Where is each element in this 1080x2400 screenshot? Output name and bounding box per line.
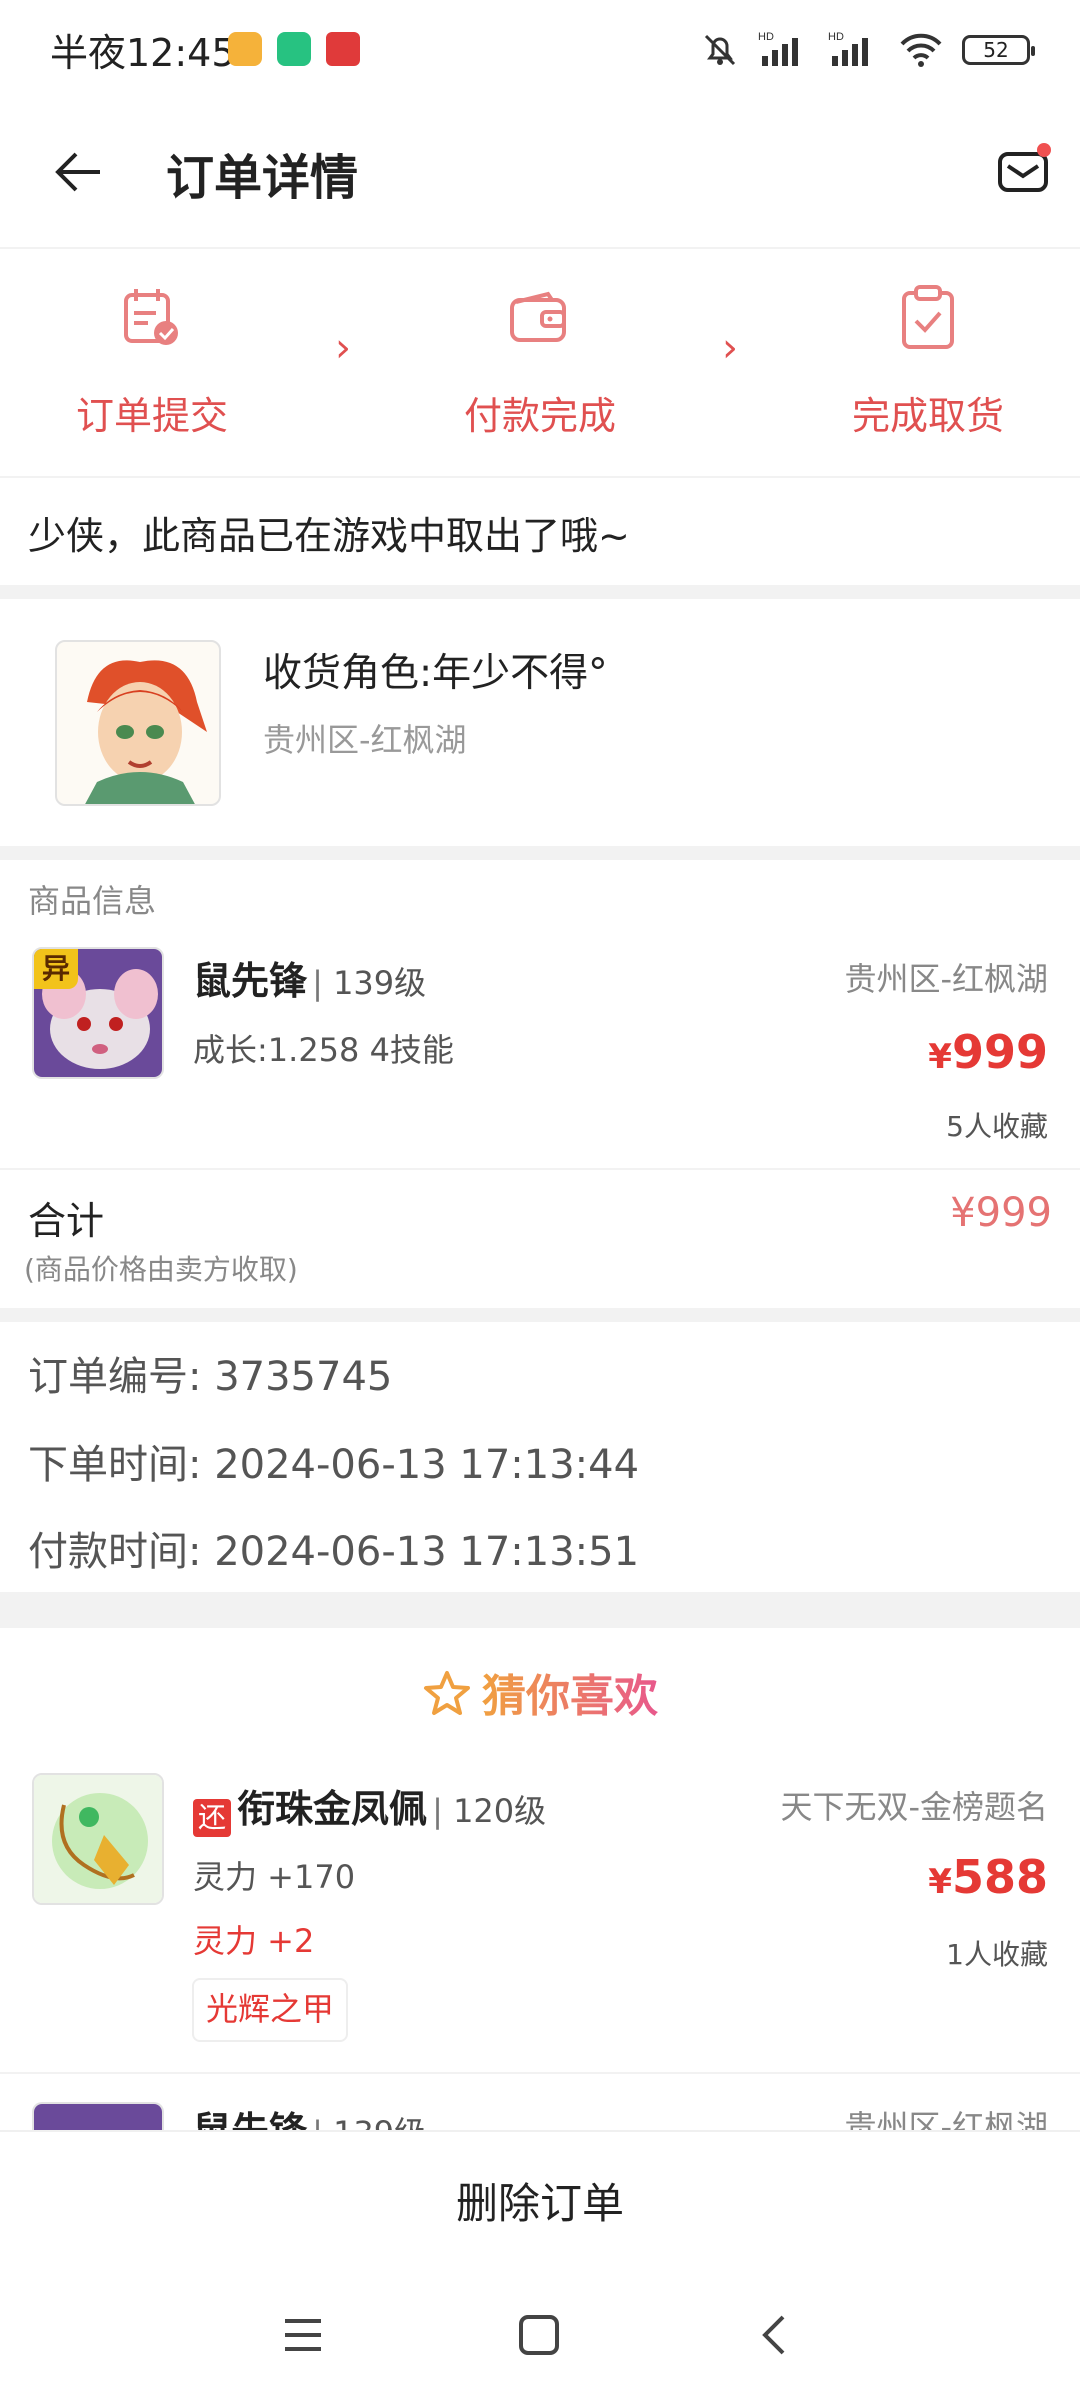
order-number: 3735745 [214, 1354, 393, 1400]
status-bar: 半夜12:45 HD HD 52 [0, 0, 1080, 100]
calendar-check-icon [124, 289, 178, 345]
recommend-item-title: 还衔珠金凤佩 | 120级 [193, 1778, 546, 1837]
character-avatar [55, 640, 221, 806]
recommend-item-price: ¥588 [928, 1850, 1048, 1904]
recommend-item-title: 鼠先锋 | 139级 [193, 2100, 426, 2134]
order-number-label: 订单编号: [28, 1354, 202, 1400]
return-tag: 还 [193, 1798, 231, 1837]
product-server: 贵州区-红枫湖 [844, 960, 1048, 998]
step-label-picked-up: 完成取货 [851, 394, 1004, 438]
currency-symbol: ¥ [928, 1862, 952, 1902]
product-badge: 异 [34, 949, 78, 989]
section-gap [0, 846, 1080, 860]
product-name: 鼠先锋 [193, 959, 308, 1003]
step-label-paid: 付款完成 [463, 394, 616, 438]
product-level: 139级 [333, 964, 427, 1002]
mail-icon[interactable] [996, 142, 1052, 196]
order-paid-time: 2024-06-13 17:13:51 [214, 1529, 640, 1575]
recommend-item-favorites: 1人收藏 [946, 1938, 1048, 1971]
receiver-role: 收货角色:年少不得° [263, 651, 608, 696]
notification-app-icon [228, 32, 262, 66]
section-gap [0, 1308, 1080, 1322]
wallet-icon [510, 291, 566, 342]
divider [0, 1168, 1080, 1170]
wifi-icon [900, 33, 942, 67]
recommend-item-chip: 光辉之甲 [192, 1978, 349, 2042]
product-attribute: 成长:1.258 4技能 [193, 1031, 454, 1069]
delete-order-button[interactable]: 删除订单 [0, 2170, 1080, 2231]
recommend-item-name: 衔珠金凤佩 [237, 1787, 428, 1831]
order-created-row: 下单时间: 2024-06-13 17:13:44 [28, 1432, 639, 1490]
price-value: 588 [951, 1850, 1048, 1904]
receiver-server: 贵州区-红枫湖 [263, 721, 467, 759]
menu-icon[interactable] [273, 2305, 333, 2365]
notification-app-icon [326, 32, 360, 66]
home-icon[interactable] [509, 2305, 569, 2365]
status-notice: 少侠，此商品已在游戏中取出了哦~ [28, 514, 630, 558]
order-number-row: 订单编号: 3735745 [28, 1344, 392, 1402]
section-gap [0, 585, 1080, 599]
battery-level: 52 [983, 38, 1009, 62]
chevron-right-icon: › [722, 325, 738, 371]
product-image[interactable]: 异 [32, 947, 164, 1079]
back-arrow-icon[interactable] [50, 142, 110, 202]
step-label-submitted: 订单提交 [75, 394, 228, 438]
total-value: ¥999 [950, 1190, 1052, 1236]
mute-bell-icon [704, 34, 736, 66]
notification-app-icon [277, 32, 311, 66]
recommend-item-attr-bonus: 灵力 +2 [193, 1922, 315, 1960]
recommend-item-attr: 灵力 +170 [193, 1858, 356, 1896]
recommend-title-text: 猜你喜欢 [482, 1671, 658, 1722]
divider [0, 2072, 1080, 2074]
recommend-item-server: 天下无双-金榜题名 [780, 1788, 1048, 1826]
section-gap [0, 1592, 1080, 1628]
recommend-item-image[interactable] [32, 1773, 164, 1905]
product-favorites: 5人收藏 [946, 1110, 1048, 1143]
total-note: (商品价格由卖方收取) [24, 1253, 298, 1286]
currency-symbol: ¥ [928, 1037, 952, 1077]
battery-icon: 52 [962, 35, 1035, 65]
total-label: 合计 [28, 1199, 105, 1243]
recommend-item-level: 120级 [453, 1792, 547, 1830]
recommend-title: 猜你喜欢 [0, 1660, 1080, 1724]
order-paid-row: 付款时间: 2024-06-13 17:13:51 [28, 1519, 639, 1577]
svg-text:HD: HD [758, 31, 774, 43]
product-title: 鼠先锋 | 139级 [193, 959, 427, 1003]
signal-icon: HD [828, 31, 868, 66]
clipboard-check-icon [902, 285, 954, 349]
svg-text:HD: HD [828, 31, 844, 43]
back-icon[interactable] [745, 2305, 805, 2365]
divider [0, 247, 1080, 249]
order-paid-label: 付款时间: [28, 1529, 202, 1575]
order-created-time: 2024-06-13 17:13:44 [214, 1442, 640, 1488]
star-icon [424, 1671, 470, 1715]
divider [0, 476, 1080, 478]
product-price: ¥999 [928, 1025, 1048, 1079]
price-value: 999 [951, 1025, 1048, 1079]
status-time: 半夜12:45 [50, 31, 236, 75]
chevron-right-icon: › [335, 325, 351, 371]
section-label: 商品信息 [28, 882, 157, 920]
signal-icon: HD [758, 31, 798, 66]
status-icons: HD HD 52 [700, 28, 1035, 72]
order-created-label: 下单时间: [28, 1442, 202, 1488]
page-title: 订单详情 [166, 150, 359, 206]
